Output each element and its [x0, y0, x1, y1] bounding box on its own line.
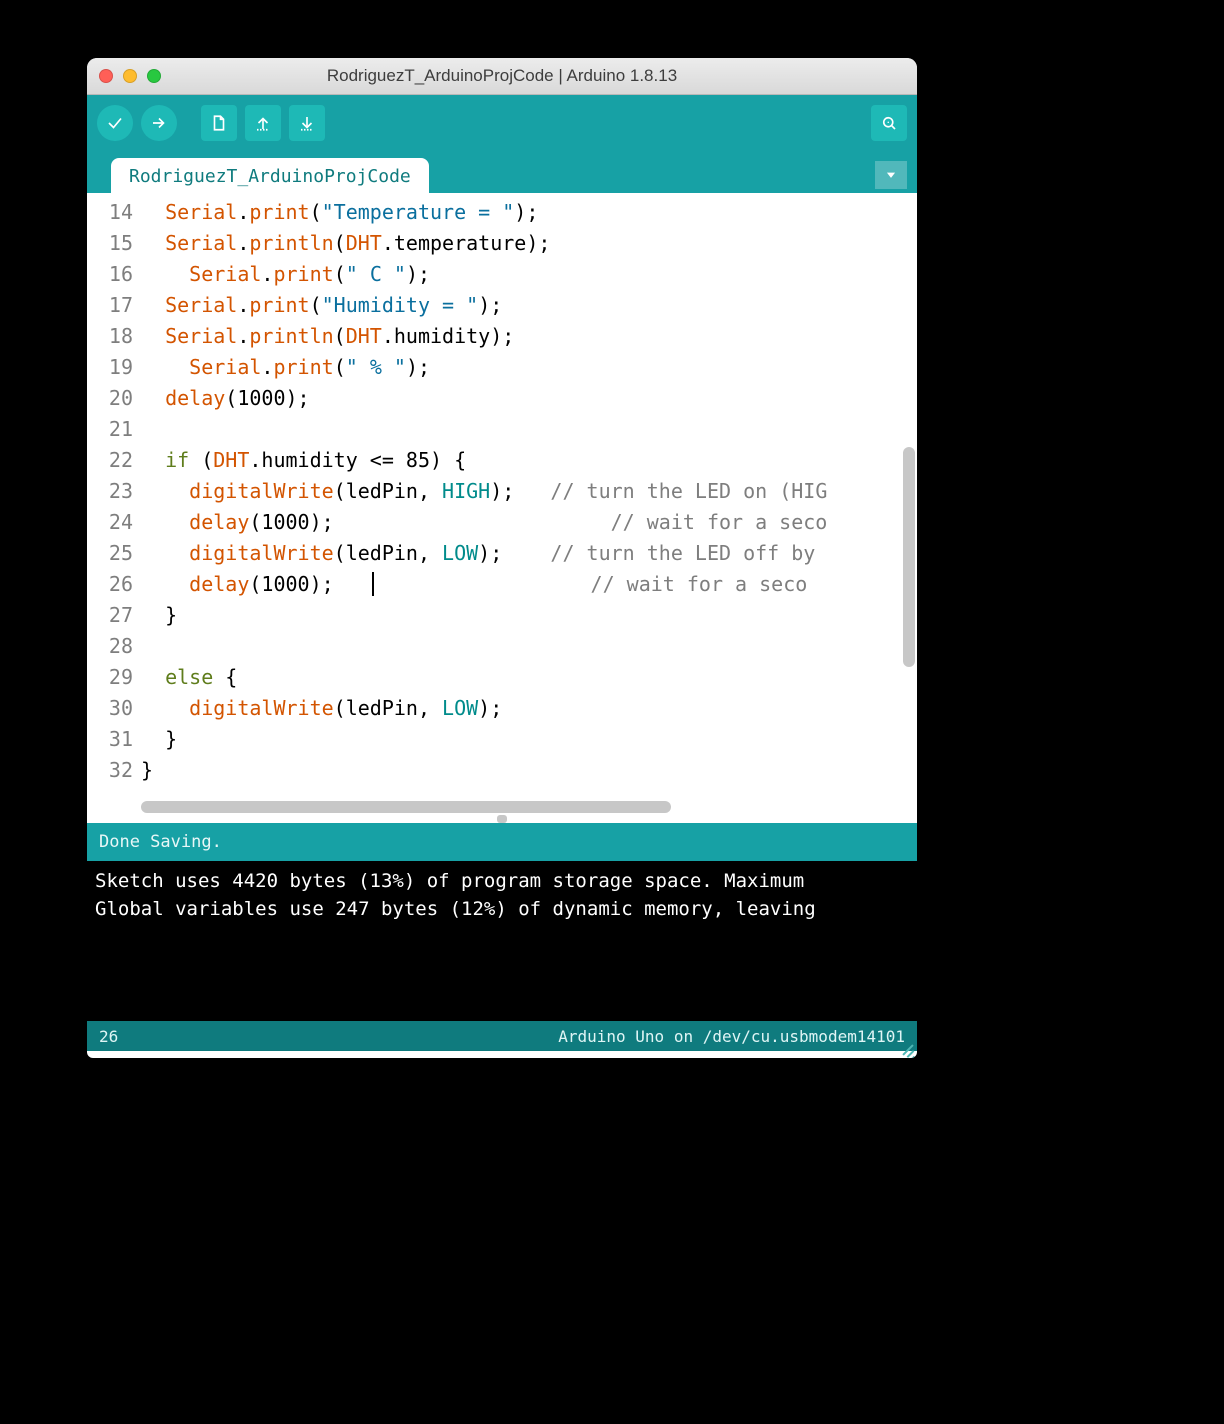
footer-bar: 26 Arduino Uno on /dev/cu.usbmodem14101 [87, 1021, 917, 1051]
line-number: 32 [87, 755, 133, 786]
code-line[interactable]: Serial.print(" C "); [141, 259, 917, 290]
code-line[interactable]: digitalWrite(ledPin, LOW); [141, 693, 917, 724]
close-window-button[interactable] [99, 69, 113, 83]
line-number: 15 [87, 228, 133, 259]
verify-button[interactable] [97, 105, 133, 141]
code-line[interactable]: Serial.println(DHT.humidity); [141, 321, 917, 352]
line-number: 22 [87, 445, 133, 476]
line-number: 18 [87, 321, 133, 352]
horizontal-scrollbar-thumb[interactable] [141, 801, 671, 813]
text-cursor [372, 572, 374, 596]
minimize-window-button[interactable] [123, 69, 137, 83]
code-area[interactable]: Serial.print("Temperature = "); Serial.p… [141, 193, 917, 797]
line-number: 24 [87, 507, 133, 538]
code-line[interactable]: } [141, 724, 917, 755]
horizontal-scrollbar[interactable] [87, 797, 917, 823]
code-line[interactable]: } [141, 755, 917, 786]
line-number: 29 [87, 662, 133, 693]
code-line[interactable]: digitalWrite(ledPin, LOW); // turn the L… [141, 538, 917, 569]
chevron-down-icon [884, 168, 898, 182]
tab-bar: RodriguezT_ArduinoProjCode [87, 151, 917, 193]
arrow-up-icon [254, 114, 272, 132]
line-number: 30 [87, 693, 133, 724]
open-sketch-button[interactable] [245, 105, 281, 141]
line-number: 31 [87, 724, 133, 755]
titlebar[interactable]: RodriguezT_ArduinoProjCode | Arduino 1.8… [87, 58, 917, 95]
tab-sketch[interactable]: RodriguezT_ArduinoProjCode [111, 158, 429, 193]
window-title: RodriguezT_ArduinoProjCode | Arduino 1.8… [87, 66, 917, 86]
code-line[interactable] [141, 631, 917, 662]
code-line[interactable]: Serial.print("Temperature = "); [141, 197, 917, 228]
code-line[interactable] [141, 414, 917, 445]
window-controls [99, 69, 161, 83]
line-number: 26 [87, 569, 133, 600]
line-number: 17 [87, 290, 133, 321]
line-number: 25 [87, 538, 133, 569]
line-number: 14 [87, 197, 133, 228]
status-bar: Done Saving. [87, 823, 917, 861]
code-line[interactable]: else { [141, 662, 917, 693]
code-line[interactable]: digitalWrite(ledPin, HIGH); // turn the … [141, 476, 917, 507]
check-icon [106, 114, 124, 132]
toolbar [87, 95, 917, 151]
line-number: 23 [87, 476, 133, 507]
line-number-gutter: 14151617181920212223242526272829303132 [87, 193, 141, 797]
file-icon [210, 114, 228, 132]
arrow-down-icon [298, 114, 316, 132]
board-port-info: Arduino Uno on /dev/cu.usbmodem14101 [558, 1027, 905, 1046]
console-output[interactable]: Sketch uses 4420 bytes (13%) of program … [87, 861, 917, 1021]
code-line[interactable]: delay(1000); // wait for a seco [141, 507, 917, 538]
code-line[interactable]: delay(1000); // wait for a seco [141, 569, 917, 600]
line-number: 20 [87, 383, 133, 414]
code-line[interactable]: delay(1000); [141, 383, 917, 414]
code-line[interactable]: if (DHT.humidity <= 85) { [141, 445, 917, 476]
cursor-line-number: 26 [99, 1027, 118, 1046]
code-line[interactable]: Serial.println(DHT.temperature); [141, 228, 917, 259]
status-message: Done Saving. [99, 832, 222, 852]
line-number: 19 [87, 352, 133, 383]
code-line[interactable]: } [141, 600, 917, 631]
line-number: 21 [87, 414, 133, 445]
vertical-scrollbar-thumb[interactable] [903, 447, 915, 667]
line-number: 28 [87, 631, 133, 662]
save-sketch-button[interactable] [289, 105, 325, 141]
app-window: RodriguezT_ArduinoProjCode | Arduino 1.8… [87, 58, 917, 1058]
upload-button[interactable] [141, 105, 177, 141]
code-editor[interactable]: 14151617181920212223242526272829303132 S… [87, 193, 917, 797]
resize-grip[interactable] [899, 1040, 913, 1054]
new-sketch-button[interactable] [201, 105, 237, 141]
serial-monitor-icon [880, 114, 898, 132]
line-number: 27 [87, 600, 133, 631]
serial-monitor-button[interactable] [871, 105, 907, 141]
line-number: 16 [87, 259, 133, 290]
zoom-window-button[interactable] [147, 69, 161, 83]
code-line[interactable]: Serial.print("Humidity = "); [141, 290, 917, 321]
split-handle[interactable] [497, 815, 507, 823]
code-line[interactable]: Serial.print(" % "); [141, 352, 917, 383]
arrow-right-icon [150, 114, 168, 132]
tab-menu-button[interactable] [875, 161, 907, 189]
